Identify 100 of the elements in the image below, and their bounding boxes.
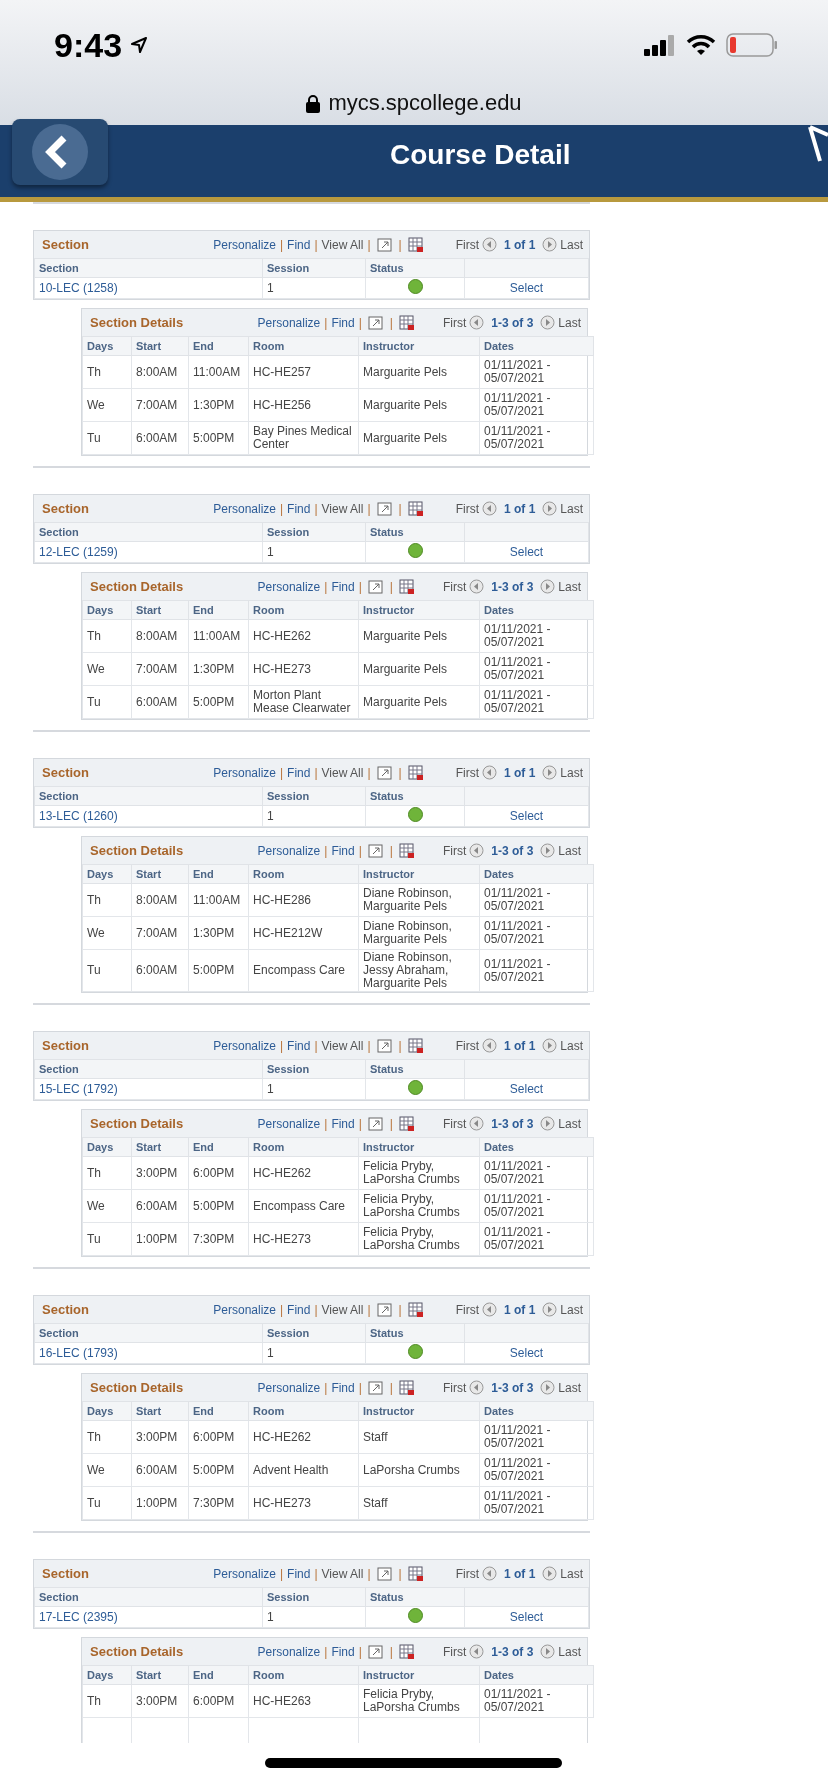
first-link[interactable]: First	[455, 1566, 479, 1581]
new-window-icon[interactable]	[367, 1379, 384, 1396]
last-link[interactable]: Last	[560, 501, 583, 516]
section-link[interactable]: 12-LEC (1259)	[34, 541, 263, 563]
first-link[interactable]: First	[442, 1380, 467, 1395]
personalize-link[interactable]: Personalize	[213, 1566, 276, 1581]
find-link[interactable]: Find	[331, 1116, 355, 1131]
url-text[interactable]: mycs.spcollege.edu	[328, 90, 522, 116]
find-link[interactable]: Find	[287, 765, 311, 780]
first-link[interactable]: First	[442, 843, 467, 858]
first-link[interactable]: First	[442, 1644, 467, 1659]
spreadsheet-download-icon[interactable]	[398, 842, 415, 859]
section-link[interactable]: 17-LEC (2395)	[34, 1606, 263, 1628]
view-all-link[interactable]: View All	[321, 1302, 364, 1317]
next-icon[interactable]	[540, 843, 556, 858]
last-link[interactable]: Last	[558, 1380, 581, 1395]
next-icon[interactable]	[542, 237, 558, 252]
spreadsheet-download-icon[interactable]	[407, 1301, 424, 1318]
personalize-link[interactable]: Personalize	[257, 843, 321, 858]
select-link[interactable]: Select	[464, 541, 589, 563]
personalize-link[interactable]: Personalize	[213, 501, 276, 516]
spreadsheet-download-icon[interactable]	[398, 1379, 415, 1396]
next-icon[interactable]	[540, 1116, 556, 1131]
last-link[interactable]: Last	[560, 1566, 583, 1581]
personalize-link[interactable]: Personalize	[213, 237, 276, 252]
new-window-icon[interactable]	[376, 1301, 393, 1318]
last-link[interactable]: Last	[558, 579, 581, 594]
section-link[interactable]: 13-LEC (1260)	[34, 805, 263, 827]
first-link[interactable]: First	[455, 501, 479, 516]
previous-icon[interactable]	[469, 1116, 485, 1131]
find-link[interactable]: Find	[331, 843, 355, 858]
select-link[interactable]: Select	[464, 277, 589, 299]
previous-icon[interactable]	[469, 1644, 485, 1659]
last-link[interactable]: Last	[560, 237, 583, 252]
personalize-link[interactable]: Personalize	[213, 1038, 276, 1053]
select-link[interactable]: Select	[464, 1078, 589, 1100]
next-icon[interactable]	[542, 765, 558, 780]
new-window-icon[interactable]	[376, 1037, 393, 1054]
first-link[interactable]: First	[455, 765, 479, 780]
find-link[interactable]: Find	[331, 1644, 355, 1659]
view-all-link[interactable]: View All	[321, 501, 364, 516]
first-link[interactable]: First	[442, 579, 467, 594]
next-icon[interactable]	[540, 1380, 556, 1395]
personalize-link[interactable]: Personalize	[257, 1116, 321, 1131]
section-link[interactable]: 15-LEC (1792)	[34, 1078, 263, 1100]
first-link[interactable]: First	[455, 1302, 479, 1317]
spreadsheet-download-icon[interactable]	[407, 236, 424, 253]
previous-icon[interactable]	[469, 579, 485, 594]
new-window-icon[interactable]	[367, 1643, 384, 1660]
spreadsheet-download-icon[interactable]	[407, 1565, 424, 1582]
select-link[interactable]: Select	[464, 1606, 589, 1628]
new-window-icon[interactable]	[367, 314, 384, 331]
next-icon[interactable]	[540, 579, 556, 594]
new-window-icon[interactable]	[367, 1115, 384, 1132]
last-link[interactable]: Last	[560, 765, 583, 780]
first-link[interactable]: First	[442, 1116, 467, 1131]
last-link[interactable]: Last	[558, 1644, 581, 1659]
next-icon[interactable]	[542, 1302, 558, 1317]
find-link[interactable]: Find	[331, 315, 355, 330]
find-link[interactable]: Find	[287, 501, 311, 516]
first-link[interactable]: First	[455, 237, 479, 252]
new-window-icon[interactable]	[376, 236, 393, 253]
find-link[interactable]: Find	[287, 237, 311, 252]
next-icon[interactable]	[540, 1644, 556, 1659]
previous-icon[interactable]	[481, 765, 497, 780]
spreadsheet-download-icon[interactable]	[398, 1115, 415, 1132]
spreadsheet-download-icon[interactable]	[407, 500, 424, 517]
personalize-link[interactable]: Personalize	[257, 315, 321, 330]
spreadsheet-download-icon[interactable]	[398, 314, 415, 331]
new-window-icon[interactable]	[367, 842, 384, 859]
next-icon[interactable]	[542, 1038, 558, 1053]
find-link[interactable]: Find	[287, 1566, 311, 1581]
last-link[interactable]: Last	[558, 1116, 581, 1131]
previous-icon[interactable]	[469, 843, 485, 858]
select-link[interactable]: Select	[464, 1342, 589, 1364]
personalize-link[interactable]: Personalize	[213, 1302, 276, 1317]
previous-icon[interactable]	[481, 1038, 497, 1053]
view-all-link[interactable]: View All	[321, 765, 364, 780]
previous-icon[interactable]	[481, 1566, 497, 1581]
previous-icon[interactable]	[481, 501, 497, 516]
new-window-icon[interactable]	[367, 578, 384, 595]
select-link[interactable]: Select	[464, 805, 589, 827]
spreadsheet-download-icon[interactable]	[398, 1643, 415, 1660]
next-icon[interactable]	[540, 315, 556, 330]
next-icon[interactable]	[542, 501, 558, 516]
next-icon[interactable]	[542, 1566, 558, 1581]
section-link[interactable]: 10-LEC (1258)	[34, 277, 263, 299]
personalize-link[interactable]: Personalize	[257, 1380, 321, 1395]
find-link[interactable]: Find	[287, 1302, 311, 1317]
last-link[interactable]: Last	[558, 843, 581, 858]
previous-icon[interactable]	[481, 237, 497, 252]
view-all-link[interactable]: View All	[321, 1566, 364, 1581]
first-link[interactable]: First	[442, 315, 467, 330]
find-link[interactable]: Find	[331, 579, 355, 594]
view-all-link[interactable]: View All	[321, 1038, 364, 1053]
personalize-link[interactable]: Personalize	[213, 765, 276, 780]
last-link[interactable]: Last	[560, 1302, 583, 1317]
last-link[interactable]: Last	[560, 1038, 583, 1053]
spreadsheet-download-icon[interactable]	[398, 578, 415, 595]
first-link[interactable]: First	[455, 1038, 479, 1053]
